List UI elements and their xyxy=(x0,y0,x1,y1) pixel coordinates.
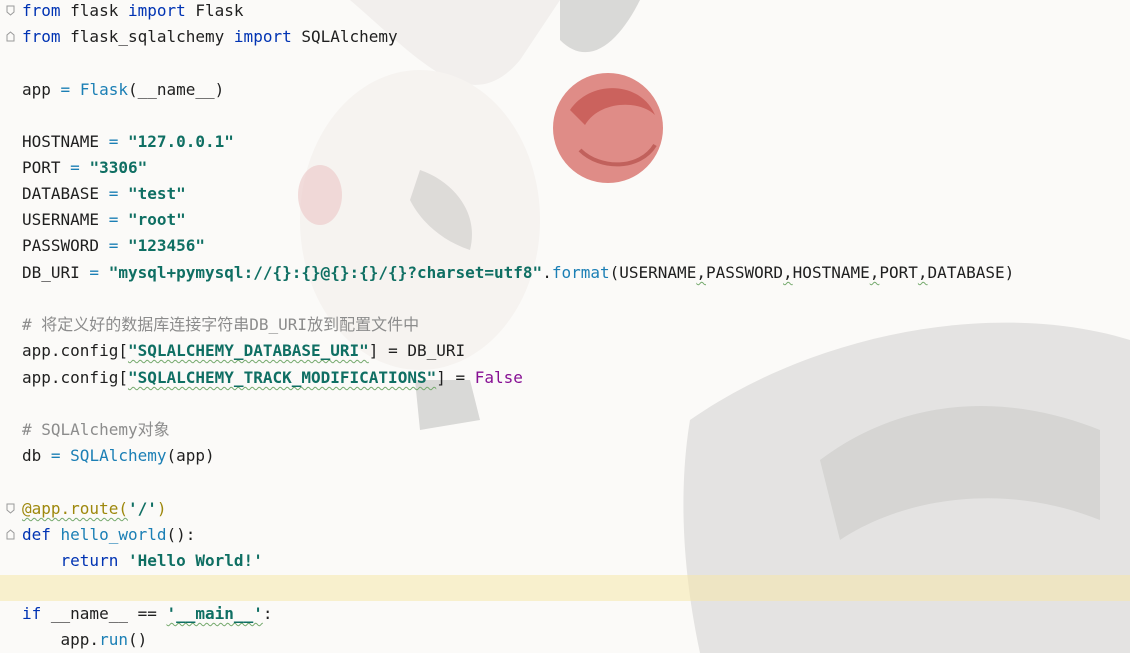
code-token: DATABASE xyxy=(22,184,100,203)
code-token: (app) xyxy=(166,446,215,465)
code-token: False xyxy=(474,368,523,387)
code-token: from xyxy=(22,1,61,20)
code-token: SQLAlchemy xyxy=(70,446,167,465)
code-token: = xyxy=(99,132,128,151)
code-token: hello_world xyxy=(50,525,167,544)
code-line[interactable]: from flask_sqlalchemy import SQLAlchemy xyxy=(22,24,398,50)
code-token: flask xyxy=(60,1,128,20)
code-token: PASSWORD xyxy=(705,263,784,282)
code-line[interactable]: app = Flask(__name__) xyxy=(22,77,224,103)
code-token: (USERNAME xyxy=(609,263,697,282)
code-token: app. xyxy=(22,630,100,649)
code-token: , xyxy=(696,263,706,282)
code-token: ) xyxy=(156,499,167,518)
code-token: DATABASE) xyxy=(927,263,1015,282)
code-token: return xyxy=(22,551,119,570)
code-line[interactable]: app.config["SQLALCHEMY_TRACK_MODIFICATIO… xyxy=(22,365,523,391)
code-editor[interactable]: from flask import Flask from flask_sqlal… xyxy=(0,0,1130,653)
code-line[interactable]: app.run() xyxy=(22,627,148,653)
code-token: app.config[ xyxy=(22,368,128,387)
code-token: "127.0.0.1" xyxy=(127,132,234,151)
code-token: ] = xyxy=(436,368,475,387)
code-line[interactable]: USERNAME = "root" xyxy=(22,207,186,233)
code-token: app.config[ xyxy=(22,341,128,360)
code-token: format xyxy=(551,263,610,282)
code-token: run xyxy=(99,630,128,649)
code-token: = xyxy=(99,184,128,203)
code-line[interactable]: db = SQLAlchemy(app) xyxy=(22,443,215,469)
code-token: () xyxy=(127,630,148,649)
current-line-highlight xyxy=(0,575,1130,601)
code-line[interactable]: PASSWORD = "123456" xyxy=(22,233,205,259)
code-token: DB_URI xyxy=(22,263,80,282)
code-token: 'Hello World!' xyxy=(118,551,263,570)
code-line[interactable]: return 'Hello World!' xyxy=(22,548,263,574)
code-token: '__main__' xyxy=(166,604,263,623)
code-token: HOSTNAME xyxy=(792,263,870,282)
code-token: "test" xyxy=(127,184,186,203)
code-token: = xyxy=(99,210,128,229)
code-token: @app.route( xyxy=(22,499,128,518)
code-token: PORT xyxy=(879,263,918,282)
code-token: ] = DB_URI xyxy=(368,341,466,360)
code-token: = xyxy=(99,236,128,255)
code-comment: # 将定义好的数据库连接字符串DB_URI放到配置文件中 xyxy=(22,315,420,334)
code-token: db xyxy=(22,446,42,465)
code-token: = xyxy=(50,80,80,99)
code-token: "SQLALCHEMY_TRACK_MODIFICATIONS" xyxy=(127,368,437,387)
code-token: = xyxy=(41,446,71,465)
code-token: '/' xyxy=(127,499,157,518)
code-token: "3306" xyxy=(89,158,148,177)
code-token: = xyxy=(60,158,90,177)
fold-marker-icon[interactable] xyxy=(6,31,15,42)
code-line[interactable]: # 将定义好的数据库连接字符串DB_URI放到配置文件中 xyxy=(22,312,419,338)
fold-marker-icon[interactable] xyxy=(6,503,15,514)
code-token: : xyxy=(262,604,273,623)
code-line[interactable]: DB_URI = "mysql+pymysql://{}:{}@{}:{}/{}… xyxy=(22,260,1014,286)
fold-marker-icon[interactable] xyxy=(6,529,15,540)
code-line[interactable]: app.config["SQLALCHEMY_DATABASE_URI"] = … xyxy=(22,338,465,364)
code-line[interactable]: PORT = "3306" xyxy=(22,155,147,181)
code-token: PASSWORD xyxy=(22,236,100,255)
code-token: (): xyxy=(166,525,196,544)
code-line[interactable]: # SQLAlchemy对象 xyxy=(22,417,170,443)
code-line[interactable]: def hello_world(): xyxy=(22,522,195,548)
code-comment: # SQLAlchemy对象 xyxy=(22,420,170,439)
code-token: , xyxy=(869,263,880,282)
code-token: import xyxy=(233,27,292,46)
code-token: = xyxy=(79,263,109,282)
code-token: , xyxy=(783,263,793,282)
code-token: . xyxy=(542,263,552,282)
code-token: if xyxy=(22,604,42,623)
code-token: import xyxy=(127,1,186,20)
code-token: SQLAlchemy xyxy=(291,27,398,46)
code-token: "root" xyxy=(127,210,186,229)
code-line[interactable]: DATABASE = "test" xyxy=(22,181,186,207)
code-token: , xyxy=(917,263,928,282)
editor-gutter xyxy=(0,0,22,653)
code-line[interactable]: HOSTNAME = "127.0.0.1" xyxy=(22,129,234,155)
code-line[interactable]: from flask import Flask xyxy=(22,0,244,24)
code-token: Flask xyxy=(185,1,244,20)
code-line[interactable]: if __name__ == '__main__': xyxy=(22,601,272,627)
code-token: USERNAME xyxy=(22,210,100,229)
code-token: __name__ == xyxy=(41,604,167,623)
code-line[interactable]: @app.route('/') xyxy=(22,496,167,522)
code-token: "123456" xyxy=(127,236,206,255)
code-token: def xyxy=(22,525,51,544)
code-token: HOSTNAME xyxy=(22,132,100,151)
code-token: Flask xyxy=(79,80,128,99)
fold-marker-icon[interactable] xyxy=(6,5,15,16)
code-token: app xyxy=(22,80,51,99)
code-token: flask_sqlalchemy xyxy=(60,27,234,46)
code-token: "mysql+pymysql://{}:{}@{}:{}/{}?charset=… xyxy=(108,263,543,282)
code-token: PORT xyxy=(22,158,61,177)
code-token: (__name__) xyxy=(127,80,225,99)
code-token: "SQLALCHEMY_DATABASE_URI" xyxy=(127,341,369,360)
code-token: from xyxy=(22,27,61,46)
